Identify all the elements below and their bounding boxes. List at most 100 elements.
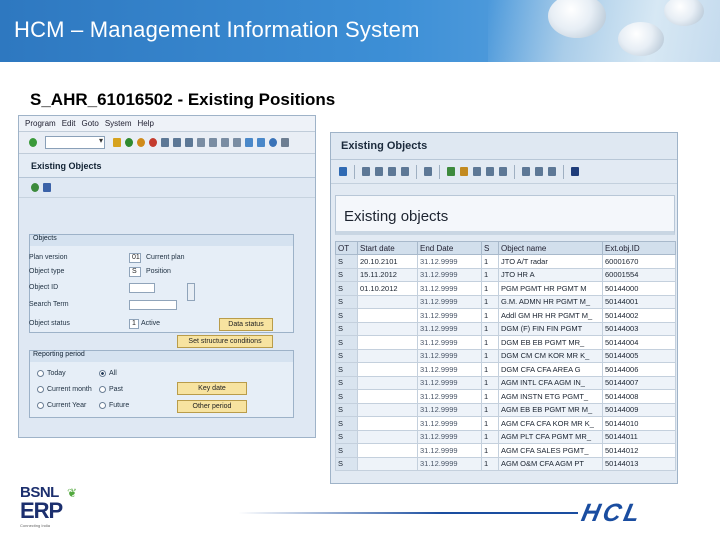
exit-icon[interactable] bbox=[137, 138, 145, 147]
cell-status[interactable]: 1 bbox=[481, 267, 499, 282]
find-icon[interactable] bbox=[173, 138, 181, 147]
cell-status[interactable]: 1 bbox=[481, 389, 499, 404]
sort-asc-icon[interactable] bbox=[375, 167, 383, 176]
view-icon[interactable] bbox=[499, 167, 507, 176]
search-term-field[interactable] bbox=[129, 300, 177, 310]
object-id-field[interactable] bbox=[129, 283, 155, 293]
cell-ext-obj-id[interactable]: 50144004 bbox=[602, 335, 676, 350]
cell-ext-obj-id[interactable]: 50144008 bbox=[602, 389, 676, 404]
cell-ot[interactable]: S bbox=[335, 348, 358, 363]
cell-status[interactable]: 1 bbox=[481, 362, 499, 377]
help-icon[interactable] bbox=[269, 138, 277, 147]
radio-current-year[interactable]: Current Year bbox=[37, 400, 86, 410]
cell-object-name[interactable]: PGM PGMT HR PGMT M bbox=[498, 281, 603, 296]
cell-end-date[interactable]: 31.12.9999 bbox=[417, 362, 482, 377]
abc-analysis-icon[interactable] bbox=[486, 167, 494, 176]
cell-object-name[interactable]: AGM EB EB PGMT MR M_ bbox=[498, 402, 603, 417]
multiple-selection-icon[interactable] bbox=[187, 283, 195, 301]
graphic-icon[interactable] bbox=[473, 167, 481, 176]
mail-icon[interactable] bbox=[460, 167, 468, 176]
cell-start-date[interactable] bbox=[357, 429, 418, 444]
cell-status[interactable]: 1 bbox=[481, 375, 499, 390]
cell-ot[interactable]: S bbox=[335, 362, 358, 377]
prev-page-icon[interactable] bbox=[209, 138, 217, 147]
first-page-icon[interactable] bbox=[197, 138, 205, 147]
other-period-button[interactable]: Other period bbox=[177, 400, 247, 413]
cell-ext-obj-id[interactable]: 50144005 bbox=[602, 348, 676, 363]
menu-system[interactable]: System bbox=[105, 119, 132, 128]
cell-start-date[interactable] bbox=[357, 443, 418, 458]
sort-desc-icon[interactable] bbox=[388, 167, 396, 176]
cell-end-date[interactable]: 31.12.9999 bbox=[417, 348, 482, 363]
key-date-button[interactable]: Key date bbox=[177, 382, 247, 395]
cell-ext-obj-id[interactable]: 50144009 bbox=[602, 402, 676, 417]
cell-ot[interactable]: S bbox=[335, 267, 358, 282]
cell-object-name[interactable]: AGM INSTN ETG PGMT_ bbox=[498, 389, 603, 404]
cell-start-date[interactable] bbox=[357, 348, 418, 363]
cell-ot[interactable]: S bbox=[335, 281, 358, 296]
table-row[interactable]: S 31.12.9999 1 DGM EB EB PGMT MR_ 50144004 bbox=[335, 335, 676, 350]
cell-start-date[interactable] bbox=[357, 308, 418, 323]
back-icon[interactable] bbox=[125, 138, 133, 147]
table-row[interactable]: S 31.12.9999 1 Addl GM HR HR PGMT M_ 5014400… bbox=[335, 308, 676, 323]
table-row[interactable]: S 31.12.9999 1 DGM (F) FIN FIN PGMT 50144003 bbox=[335, 321, 676, 336]
cell-status[interactable]: 1 bbox=[481, 281, 499, 296]
cell-ot[interactable]: S bbox=[335, 456, 358, 471]
menu-edit[interactable]: Edit bbox=[62, 119, 76, 128]
shortcut-icon[interactable] bbox=[257, 138, 265, 147]
cell-ext-obj-id[interactable]: 50144011 bbox=[602, 429, 676, 444]
menu-goto[interactable]: Goto bbox=[81, 119, 98, 128]
cell-ot[interactable]: S bbox=[335, 416, 358, 431]
cell-ext-obj-id[interactable]: 50144013 bbox=[602, 456, 676, 471]
column-header-start-date[interactable]: Start date bbox=[357, 241, 418, 255]
table-row[interactable]: S 31.12.9999 1 AGM CFA SALES PGMT_ 50144012 bbox=[335, 443, 676, 458]
cell-object-name[interactable]: G.M. ADMN HR PGMT M_ bbox=[498, 294, 603, 309]
table-row[interactable]: S 31.12.9999 1 AGM CFA CFA KOR MR K_ 5014401… bbox=[335, 416, 676, 431]
table-row[interactable]: S 31.12.9999 1 AGM EB EB PGMT MR M_ 50144009 bbox=[335, 402, 676, 417]
choose-layout-icon[interactable] bbox=[535, 167, 543, 176]
cell-object-name[interactable]: AGM CFA CFA KOR MR K_ bbox=[498, 416, 603, 431]
plan-version-field[interactable]: 01 bbox=[129, 253, 141, 263]
cell-object-name[interactable]: JTO HR A bbox=[498, 267, 603, 282]
print-icon[interactable] bbox=[161, 138, 169, 147]
layout-menu-icon[interactable] bbox=[281, 138, 289, 147]
cell-object-name[interactable]: DGM (F) FIN FIN PGMT bbox=[498, 321, 603, 336]
cell-start-date[interactable] bbox=[357, 335, 418, 350]
cell-object-name[interactable]: DGM EB EB PGMT MR_ bbox=[498, 335, 603, 350]
cell-object-name[interactable]: AGM CFA SALES PGMT_ bbox=[498, 443, 603, 458]
cell-ext-obj-id[interactable]: 50144010 bbox=[602, 416, 676, 431]
print-preview-icon[interactable] bbox=[424, 167, 432, 176]
cell-ext-obj-id[interactable]: 60001670 bbox=[602, 254, 676, 269]
cell-start-date[interactable] bbox=[357, 389, 418, 404]
cell-status[interactable]: 1 bbox=[481, 402, 499, 417]
column-header-end-date[interactable]: End Date bbox=[417, 241, 482, 255]
column-header-object-name[interactable]: Object name bbox=[498, 241, 603, 255]
cell-object-name[interactable]: AGM INTL CFA AGM IN_ bbox=[498, 375, 603, 390]
cell-object-name[interactable]: DGM CFA CFA AREA G bbox=[498, 362, 603, 377]
cell-status[interactable]: 1 bbox=[481, 429, 499, 444]
info-icon[interactable] bbox=[43, 183, 51, 192]
cell-status[interactable]: 1 bbox=[481, 348, 499, 363]
cell-ot[interactable]: S bbox=[335, 308, 358, 323]
object-type-field[interactable]: S bbox=[129, 267, 141, 277]
next-page-icon[interactable] bbox=[221, 138, 229, 147]
cell-end-date[interactable]: 31.12.9999 bbox=[417, 254, 482, 269]
cell-object-name[interactable]: Addl GM HR HR PGMT M_ bbox=[498, 308, 603, 323]
cell-start-date[interactable] bbox=[357, 321, 418, 336]
cell-end-date[interactable]: 31.12.9999 bbox=[417, 443, 482, 458]
cell-status[interactable]: 1 bbox=[481, 254, 499, 269]
cell-end-date[interactable]: 31.12.9999 bbox=[417, 389, 482, 404]
cell-object-name[interactable]: JTO A/T radar bbox=[498, 254, 603, 269]
table-row[interactable]: S 20.10.2101 31.12.9999 1 JTO A/T radar 60001… bbox=[335, 254, 676, 269]
cell-status[interactable]: 1 bbox=[481, 456, 499, 471]
cell-ot[interactable]: S bbox=[335, 402, 358, 417]
radio-future[interactable]: Future bbox=[99, 400, 129, 410]
menu-program[interactable]: Program bbox=[25, 119, 56, 128]
column-header-status[interactable]: S bbox=[481, 241, 499, 255]
cell-object-name[interactable]: AGM O&M CFA AGM PT bbox=[498, 456, 603, 471]
cell-end-date[interactable]: 31.12.9999 bbox=[417, 294, 482, 309]
layout-icon[interactable] bbox=[522, 167, 530, 176]
column-header-ext-obj-id[interactable]: Ext.obj.ID bbox=[602, 241, 676, 255]
cell-end-date[interactable]: 31.12.9999 bbox=[417, 456, 482, 471]
cell-ext-obj-id[interactable]: 50144006 bbox=[602, 362, 676, 377]
